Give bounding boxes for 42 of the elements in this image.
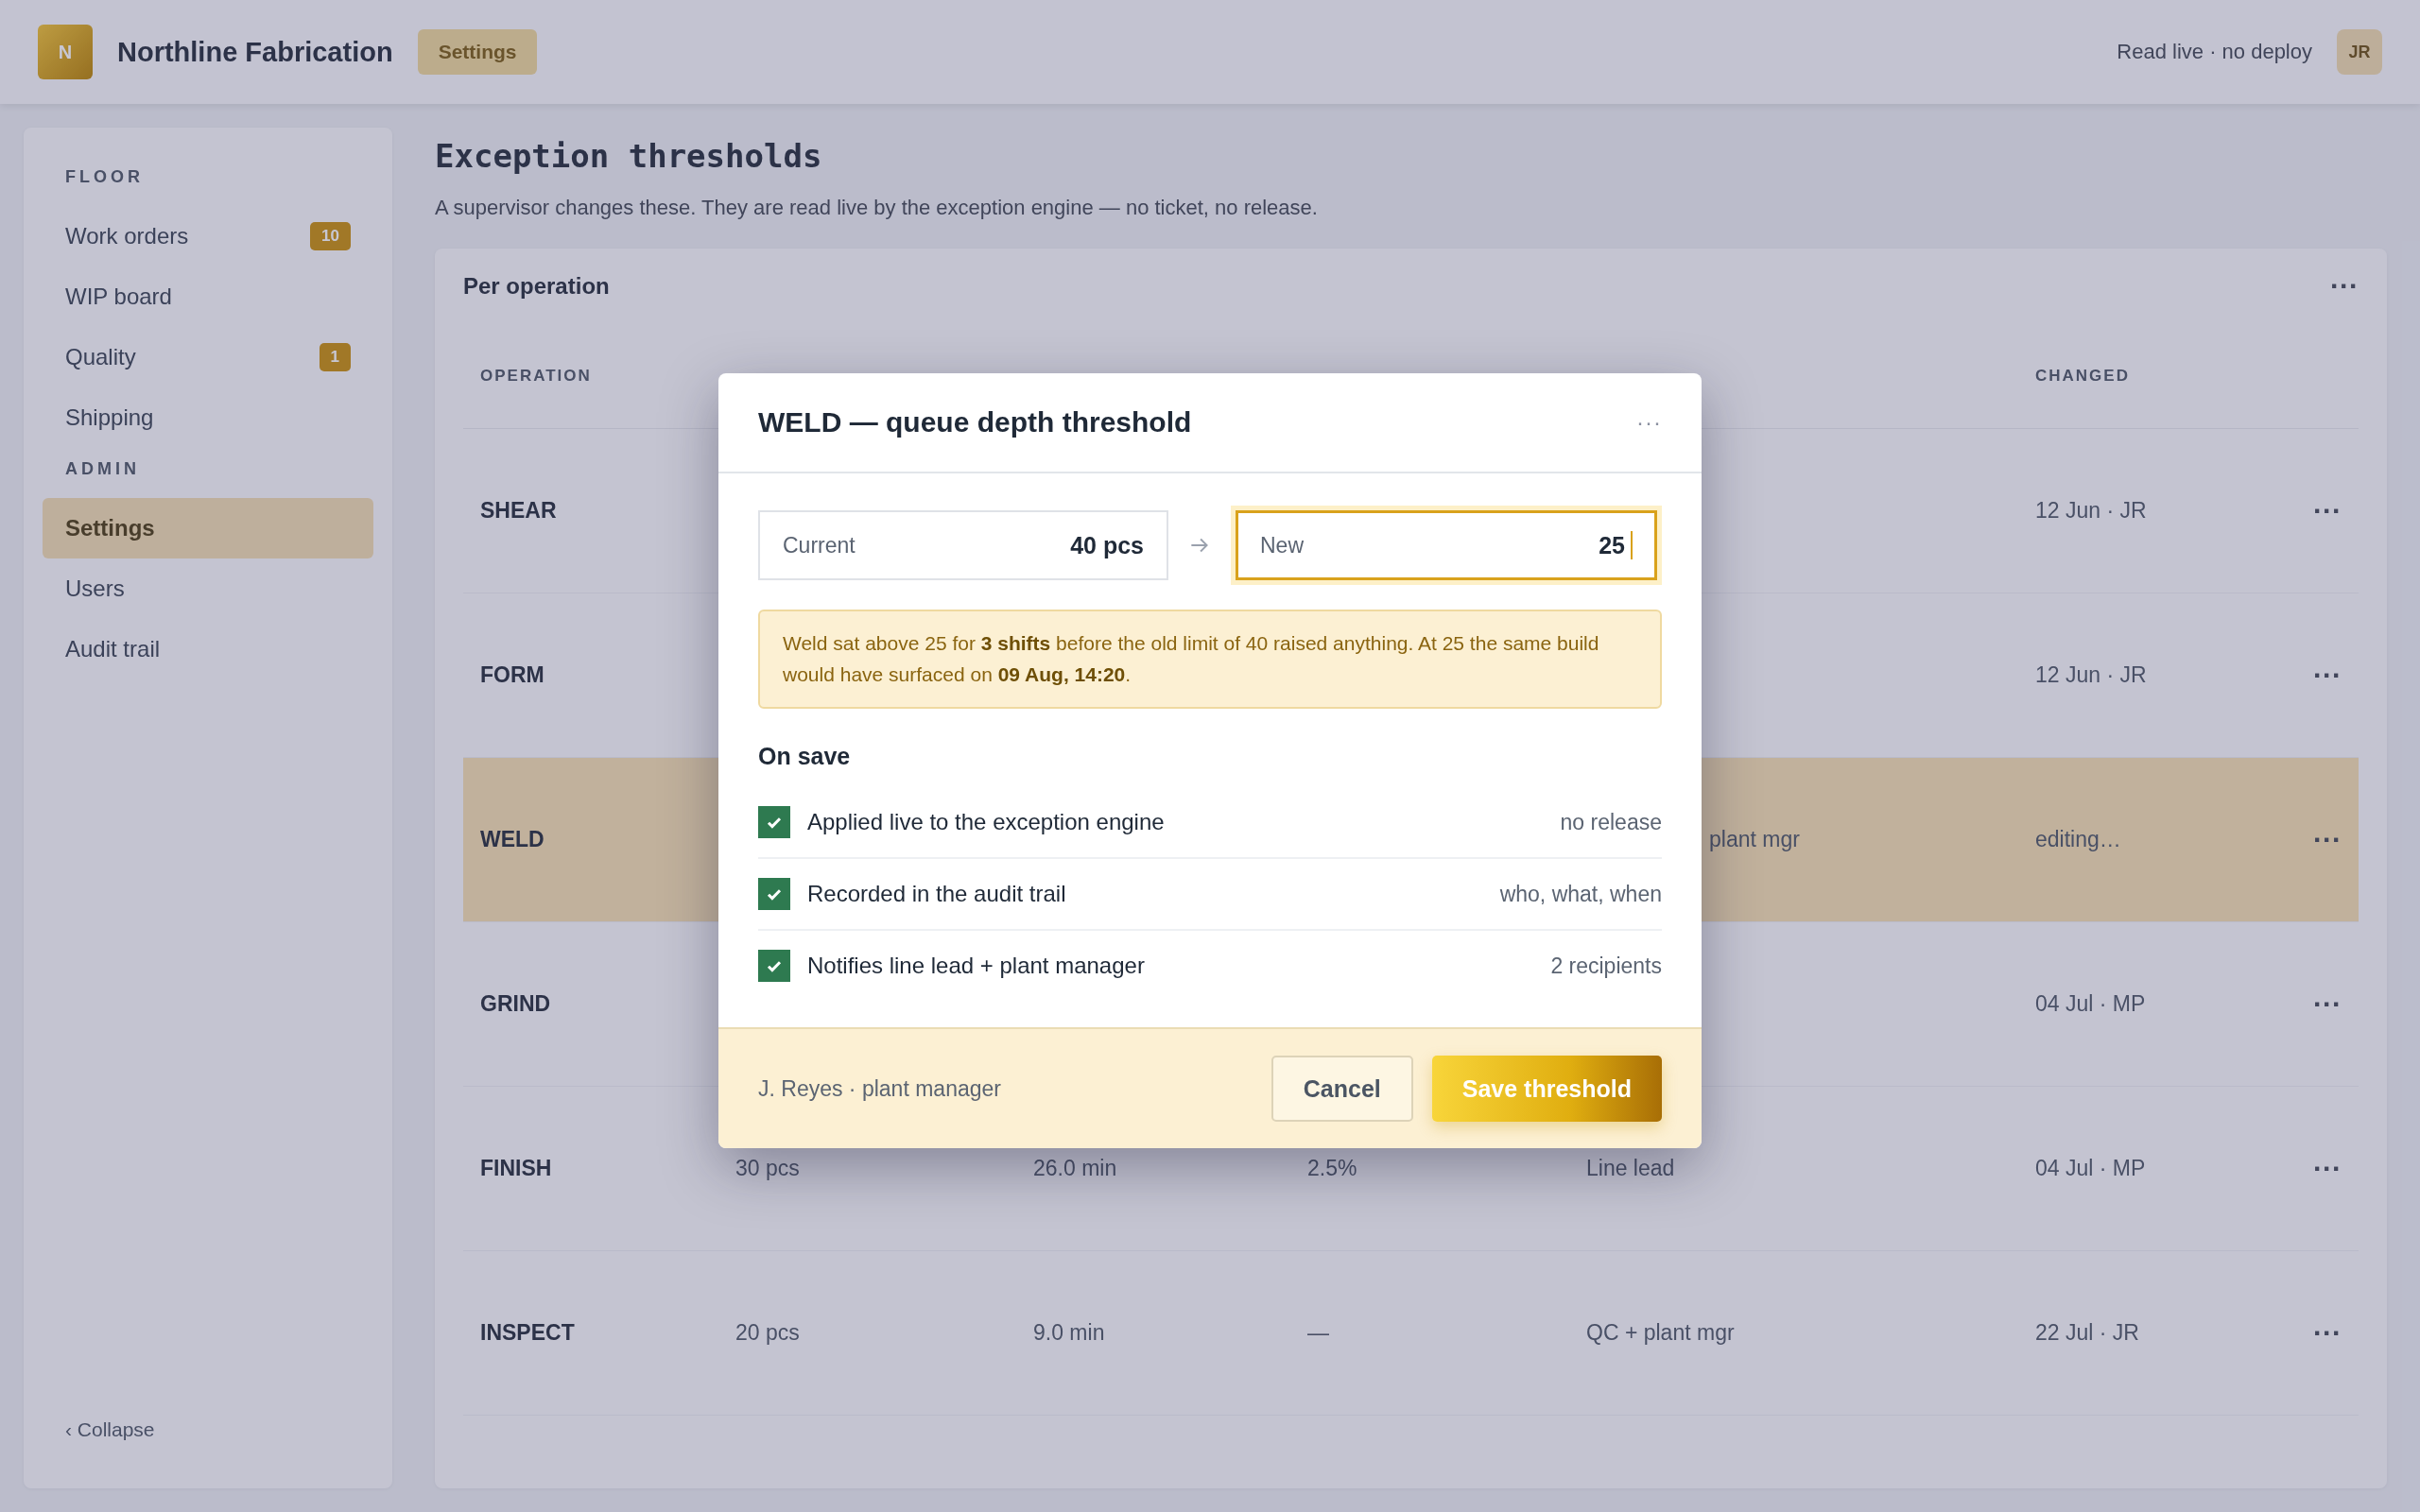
column-header: CHANGED [2035,367,2131,386]
table-cell-text: editing… [2035,827,2122,852]
table-cell-text: 30 pcs [735,1156,801,1181]
sidebar-section-label: FLOOR [64,166,145,188]
table-cell-text: 26.0 min [1033,1156,1118,1181]
current-value-field: Current 40 pcs [758,510,1168,580]
table-cell-text: 20 pcs [735,1320,801,1346]
table-cell-text: plant mgr [1708,827,1801,852]
table-cell-text: FORM [480,662,545,688]
table-cell-text: INSPECT [480,1320,576,1346]
table-cell-text: — [1307,1320,1330,1346]
checkbox-label: Recorded in the audit trail [807,881,1067,908]
table-cell-text: 12 Jun · JR [2035,498,2148,524]
status-text: Read live · no deploy [2117,40,2312,64]
note-text: no release [1560,809,1662,835]
table-cell-text: WELD [480,827,545,852]
column-header: OPERATION [480,367,593,386]
warning-notice: Weld sat above 25 for 3 shifts before the old limit of 40 raised anything. At 25 the same build would have surfaced on 09 Aug, 14:20. [758,610,1662,710]
page-description: A supervisor changes these. They are read live by the exception engine — no ticket, no release. [435,196,1319,220]
note-text: who, what, when [1499,881,1662,907]
sidebar-section-label: ADMIN [64,458,141,480]
card-title: Per operation [463,273,610,300]
table-cell-text: SHEAR [480,498,558,524]
count-badge: 10 [310,222,351,250]
page-title: Exception thresholds [435,137,823,175]
logo: N [38,25,93,79]
table-cell-text: Line lead [1586,1156,1676,1181]
section-chip: Settings [417,29,538,75]
table-cell-text: 04 Jul · MP [2035,991,2147,1017]
table-cell-text: 2.5% [1307,1156,1358,1181]
table-cell-text: 9.0 min [1033,1320,1106,1346]
count-badge: 1 [319,343,351,371]
checkbox-label: Applied live to the exception engine [807,809,1166,836]
table-cell-text: 04 Jul · MP [2035,1156,2147,1181]
table-cell-text: 12 Jun · JR [2035,662,2148,688]
note-text: 2 recipients [1550,953,1662,979]
table-cell-text: QC + plant mgr [1586,1320,1736,1346]
table-cell-text: FINISH [480,1156,553,1181]
checkbox-label: Notifies line lead + plant manager [807,953,1146,980]
app-title: Northline Fabrication [117,36,393,68]
table-cell-text: GRIND [480,991,552,1017]
table-cell-text: 22 Jul · JR [2035,1320,2140,1346]
